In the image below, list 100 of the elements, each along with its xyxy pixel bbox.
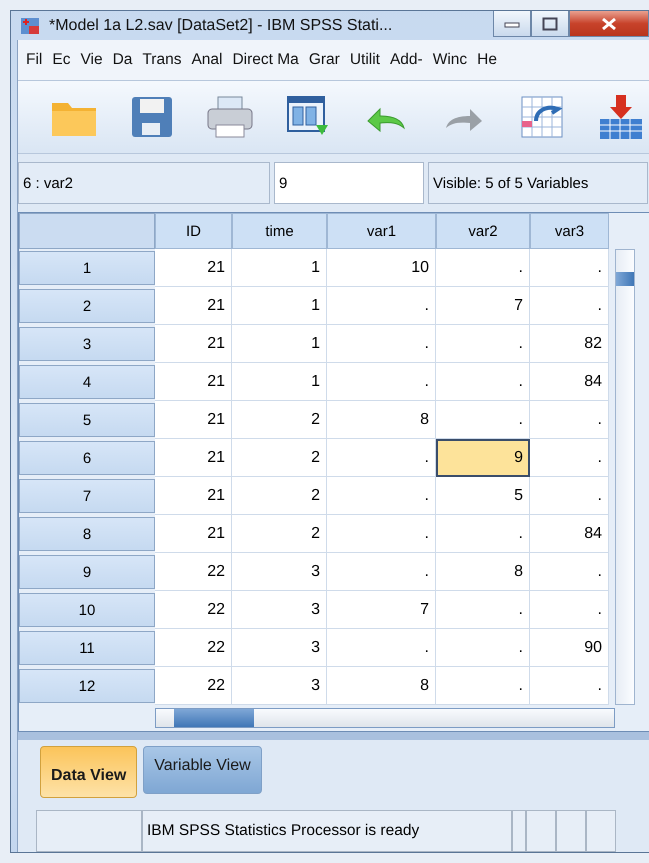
table-cell[interactable]: . (530, 249, 609, 287)
table-cell[interactable]: 2 (232, 477, 327, 515)
menu-item[interactable]: Trans (142, 51, 182, 69)
table-cell[interactable]: . (436, 363, 530, 401)
menu-item[interactable]: Vie (80, 51, 103, 69)
table-cell[interactable]: . (530, 401, 609, 439)
table-cell[interactable]: . (530, 287, 609, 325)
view-tab[interactable]: Variable View (143, 746, 262, 794)
table-cell[interactable]: 8 (327, 667, 436, 705)
row-header[interactable]: 2 (19, 289, 155, 323)
menu-item[interactable]: Direct Ma (232, 51, 299, 69)
table-cell[interactable]: . (530, 667, 609, 705)
row-header[interactable]: 9 (19, 555, 155, 589)
table-cell[interactable]: 22 (155, 591, 232, 629)
table-cell[interactable]: 22 (155, 667, 232, 705)
menu-item[interactable]: Grar (308, 51, 340, 69)
table-cell[interactable]: . (436, 325, 530, 363)
table-cell[interactable]: 84 (530, 363, 609, 401)
minimize-icon (504, 20, 520, 28)
table-cell[interactable]: 22 (155, 629, 232, 667)
table-cell[interactable]: 1 (232, 363, 327, 401)
status-message: IBM SPSS Statistics Processor is ready (142, 810, 512, 852)
table-cell[interactable]: . (327, 363, 436, 401)
table-cell[interactable]: . (436, 515, 530, 553)
table-cell[interactable]: 2 (232, 439, 327, 477)
table-cell[interactable]: 7 (436, 287, 530, 325)
view-tab[interactable]: Data View (40, 746, 138, 798)
table-cell[interactable]: 21 (155, 401, 232, 439)
table-cell[interactable]: 1 (232, 325, 327, 363)
minimize-button[interactable] (493, 11, 531, 37)
table-cell[interactable]: . (530, 477, 609, 515)
table-cell[interactable]: 3 (232, 629, 327, 667)
close-button[interactable] (569, 11, 649, 37)
row-header[interactable]: 8 (19, 517, 155, 551)
table-cell[interactable]: 10 (327, 249, 436, 287)
column-header[interactable]: var3 (530, 213, 609, 249)
table-cell[interactable]: 3 (232, 667, 327, 705)
table-cell[interactable]: 3 (232, 553, 327, 591)
table-cell[interactable]: 21 (155, 249, 232, 287)
menu-item[interactable]: Anal (191, 51, 222, 69)
table-cell[interactable]: . (436, 667, 530, 705)
table-cell[interactable]: 21 (155, 325, 232, 363)
table-cell[interactable]: 8 (436, 553, 530, 591)
row-header[interactable]: 11 (19, 631, 155, 665)
table-cell[interactable]: . (327, 287, 436, 325)
table-cell[interactable]: 3 (232, 591, 327, 629)
row-header[interactable]: 6 (19, 441, 155, 475)
vertical-scrollbar[interactable] (615, 249, 635, 705)
column-header[interactable]: var1 (327, 213, 436, 249)
row-header[interactable]: 3 (19, 327, 155, 361)
table-cell[interactable]: 21 (155, 439, 232, 477)
menu-item[interactable]: Da (112, 51, 132, 69)
table-cell[interactable]: 8 (327, 401, 436, 439)
table-cell[interactable]: . (436, 629, 530, 667)
table-cell[interactable]: 2 (232, 401, 327, 439)
table-cell[interactable]: . (327, 477, 436, 515)
table-cell[interactable]: 1 (232, 249, 327, 287)
row-header[interactable]: 12 (19, 669, 155, 703)
table-cell[interactable]: 9 (436, 439, 530, 477)
table-cell[interactable]: . (436, 249, 530, 287)
menu-item[interactable]: Add- (390, 51, 423, 69)
table-cell[interactable]: . (530, 553, 609, 591)
menu-item[interactable]: Winc (432, 51, 468, 69)
column-header[interactable]: time (232, 213, 327, 249)
table-cell[interactable]: . (436, 591, 530, 629)
column-header[interactable]: var2 (436, 213, 530, 249)
table-cell[interactable]: . (327, 629, 436, 667)
table-cell[interactable]: . (436, 401, 530, 439)
menu-item[interactable]: He (477, 51, 497, 69)
menu-item[interactable]: Utilit (350, 51, 380, 69)
table-cell[interactable]: . (530, 439, 609, 477)
maximize-button[interactable] (531, 11, 569, 37)
table-cell[interactable]: 21 (155, 287, 232, 325)
table-cell[interactable]: . (327, 325, 436, 363)
maximize-icon (542, 16, 558, 30)
row-header[interactable]: 4 (19, 365, 155, 399)
table-cell[interactable]: 5 (436, 477, 530, 515)
row-header[interactable]: 10 (19, 593, 155, 627)
horizontal-scrollbar[interactable] (155, 708, 615, 728)
row-header[interactable]: 7 (19, 479, 155, 513)
column-header[interactable]: ID (155, 213, 232, 249)
cell-value-field[interactable]: 9 (274, 162, 424, 204)
table-cell[interactable]: 7 (327, 591, 436, 629)
table-cell[interactable]: 22 (155, 553, 232, 591)
menu-item[interactable]: Fil (26, 51, 42, 69)
table-cell[interactable]: 21 (155, 515, 232, 553)
table-cell[interactable]: 84 (530, 515, 609, 553)
table-cell[interactable]: 21 (155, 477, 232, 515)
table-cell[interactable]: . (327, 439, 436, 477)
table-cell[interactable]: . (327, 553, 436, 591)
table-cell[interactable]: 82 (530, 325, 609, 363)
menu-item[interactable]: Ec (52, 51, 70, 69)
table-cell[interactable]: 21 (155, 363, 232, 401)
row-header[interactable]: 1 (19, 251, 155, 285)
table-cell[interactable]: 90 (530, 629, 609, 667)
table-cell[interactable]: . (327, 515, 436, 553)
table-cell[interactable]: . (530, 591, 609, 629)
row-header[interactable]: 5 (19, 403, 155, 437)
table-cell[interactable]: 1 (232, 287, 327, 325)
table-cell[interactable]: 2 (232, 515, 327, 553)
